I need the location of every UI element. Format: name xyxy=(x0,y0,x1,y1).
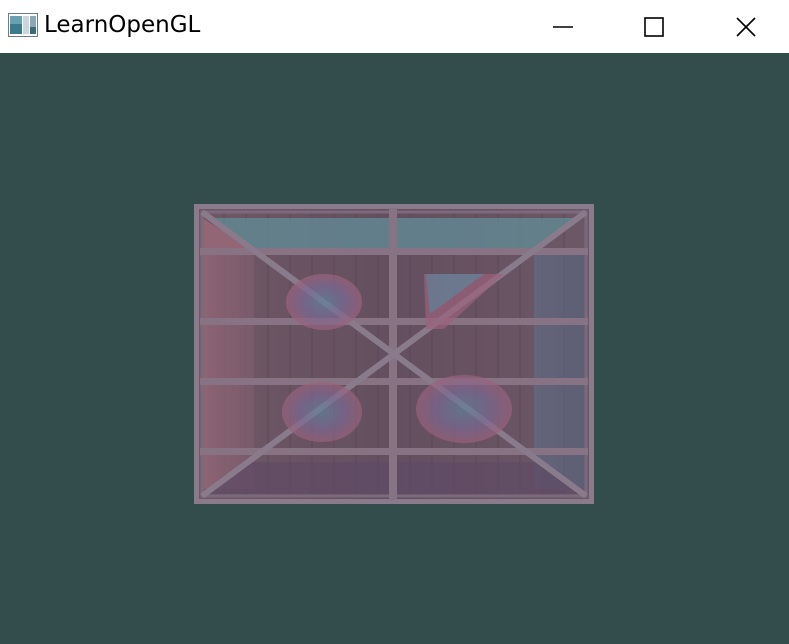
minimize-icon xyxy=(552,16,574,38)
maximize-icon xyxy=(643,16,665,38)
container-texture xyxy=(193,203,595,505)
window-title: LearnOpenGL xyxy=(44,12,201,38)
close-icon xyxy=(735,16,757,38)
opengl-app-icon xyxy=(8,13,38,37)
minimize-button[interactable] xyxy=(517,0,609,53)
close-button[interactable] xyxy=(700,0,789,53)
title-bar[interactable]: LearnOpenGL xyxy=(0,0,789,53)
app-window: LearnOpenGL xyxy=(0,0,789,644)
textured-quad xyxy=(193,203,595,505)
maximize-button[interactable] xyxy=(608,0,700,53)
gl-viewport[interactable] xyxy=(0,53,789,644)
